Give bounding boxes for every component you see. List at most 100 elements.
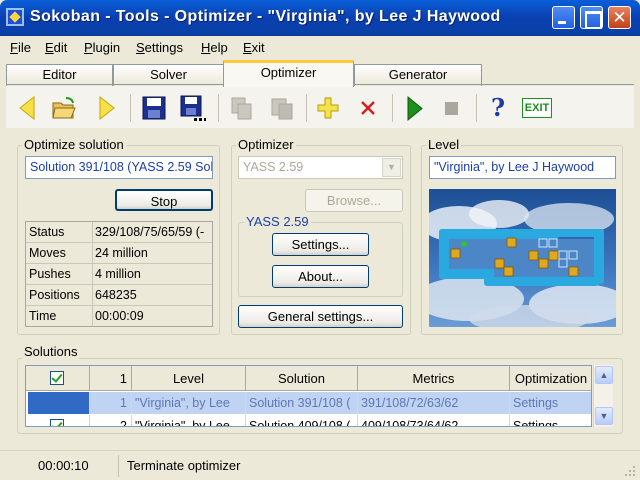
optimizer-select[interactable]: YASS 2.59 ▼ (238, 156, 403, 179)
toolbar-separator (306, 94, 307, 122)
row-number: 2 (90, 415, 132, 426)
row-level: "Virginia", by Lee (132, 392, 246, 414)
level-name-field[interactable]: "Virginia", by Lee J Haywood (429, 156, 616, 179)
about-button[interactable]: About... (272, 265, 369, 288)
table-row[interactable]: 1 "Virginia", by Lee Solution 391/108 ( … (26, 392, 591, 414)
stats-key: Time (29, 309, 57, 323)
resize-grip-icon[interactable] (624, 465, 636, 477)
exit-label: EXIT (522, 98, 552, 118)
paste-icon[interactable] (268, 94, 296, 122)
menu-file[interactable]: File (10, 40, 31, 55)
row-check-cell[interactable] (28, 415, 90, 426)
stats-row: Status 329/108/75/65/59 (- (26, 222, 212, 243)
stop-button[interactable]: Stop (115, 189, 213, 211)
tab-generator[interactable]: Generator (354, 64, 482, 86)
header-check-cell[interactable] (26, 366, 90, 391)
maximize-button[interactable] (580, 6, 603, 29)
exit-icon[interactable]: EXIT (520, 94, 554, 122)
row-number: 1 (90, 392, 132, 414)
optimizer-label: Optimizer (236, 137, 296, 152)
stats-key: Status (29, 225, 65, 239)
yass-group-label: YASS 2.59 (244, 214, 311, 229)
column-header-solution[interactable]: Solution (246, 366, 358, 391)
header-count: 1 (90, 366, 132, 391)
save-icon[interactable] (140, 94, 168, 122)
scroll-down-icon[interactable]: ▼ (595, 407, 613, 425)
add-icon[interactable] (314, 94, 342, 122)
row-optimization: Settings (510, 392, 591, 414)
sokoban-app-icon[interactable] (6, 8, 24, 26)
row-solution: Solution 391/108 ( (246, 392, 358, 414)
column-header-metrics[interactable]: Metrics (358, 366, 510, 391)
select-all-checkbox[interactable] (50, 371, 64, 385)
help-icon[interactable]: ? (484, 94, 512, 122)
column-header-level[interactable]: Level (132, 366, 246, 391)
delete-icon[interactable] (354, 94, 382, 122)
window-title: Sokoban - Tools - Optimizer - "Virginia"… (30, 8, 501, 25)
toolbar: ? EXIT (6, 86, 634, 128)
stats-row: Positions 648235 (26, 285, 212, 306)
stats-row: Time 00:00:09 (26, 306, 212, 327)
stats-key: Positions (29, 288, 80, 302)
toolbar-separator (476, 94, 477, 122)
chevron-down-icon[interactable]: ▼ (382, 158, 401, 177)
menu-exit[interactable]: Exit (243, 40, 265, 55)
column-header-optimization[interactable]: Optimization (510, 366, 591, 391)
menu-settings[interactable]: Settings (136, 40, 183, 55)
play-icon[interactable] (400, 94, 428, 122)
toolbar-separator (218, 94, 219, 122)
stats-row: Moves 24 million (26, 243, 212, 264)
toolbar-separator (392, 94, 393, 122)
tab-editor[interactable]: Editor (6, 64, 113, 86)
menu-plugin[interactable]: Plugin (84, 40, 120, 55)
status-message: Terminate optimizer (127, 458, 241, 473)
level-preview-image[interactable] (429, 189, 616, 327)
stop-icon[interactable] (438, 94, 466, 122)
arrow-right-icon[interactable] (92, 94, 120, 122)
tab-optimizer[interactable]: Optimizer (223, 60, 354, 87)
status-divider (118, 455, 119, 477)
solutions-grid: 1 Level Solution Metrics Optimization 1 … (25, 365, 592, 427)
minimize-button[interactable] (552, 6, 575, 29)
row-optimization: Settings (510, 415, 591, 426)
solution-name-field[interactable]: Solution 391/108 (YASS 2.59 Sol (25, 156, 213, 179)
arrow-left-icon[interactable] (14, 94, 42, 122)
save-as-icon[interactable] (178, 94, 206, 122)
plugin-settings-button[interactable]: Settings... (272, 233, 369, 256)
browse-button[interactable]: Browse... (305, 189, 403, 212)
tab-bar: Editor Solver Optimizer Generator (0, 58, 640, 87)
copy-icon[interactable] (228, 94, 256, 122)
scroll-up-icon[interactable]: ▲ (595, 366, 613, 384)
general-settings-button[interactable]: General settings... (238, 305, 403, 328)
stats-value: 24 million (92, 243, 212, 263)
close-icon: ✕ (612, 8, 627, 27)
tab-solver[interactable]: Solver (113, 64, 224, 86)
stats-value: 329/108/75/65/59 (- (92, 222, 212, 242)
optimize-solution-label: Optimize solution (22, 137, 126, 152)
close-button[interactable]: ✕ (608, 6, 631, 29)
menu-edit[interactable]: Edit (45, 40, 67, 55)
menu-bar: File Edit Plugin Settings Help Exit (0, 36, 640, 58)
stats-key: Pushes (29, 267, 71, 281)
stats-value: 648235 (92, 285, 212, 305)
optimizer-select-value: YASS 2.59 (243, 160, 304, 174)
table-row[interactable]: 2 "Virginia", by Lee Solution 409/108 ( … (26, 415, 591, 426)
title-bar[interactable]: Sokoban - Tools - Optimizer - "Virginia"… (0, 0, 640, 36)
solutions-label: Solutions (22, 344, 80, 359)
open-folder-icon[interactable] (50, 94, 78, 122)
row-level: "Virginia", by Lee (132, 415, 246, 426)
vertical-scrollbar[interactable]: ▲ ▼ (593, 365, 613, 427)
row-metrics: 391/108/72/63/62 (358, 392, 510, 414)
row-checkbox[interactable] (50, 419, 64, 426)
row-check-cell[interactable] (28, 392, 90, 414)
level-label: Level (426, 137, 462, 152)
stats-row: Pushes 4 million (26, 264, 212, 285)
stats-value: 00:00:09 (92, 306, 212, 326)
stats-key: Moves (29, 246, 66, 260)
row-solution: Solution 409/108 ( (246, 415, 358, 426)
row-metrics: 409/108/73/64/62 (358, 415, 510, 426)
stats-value: 4 million (92, 264, 212, 284)
status-bar: 00:00:10 Terminate optimizer (0, 450, 640, 480)
menu-help[interactable]: Help (201, 40, 228, 55)
toolbar-separator (130, 94, 131, 122)
